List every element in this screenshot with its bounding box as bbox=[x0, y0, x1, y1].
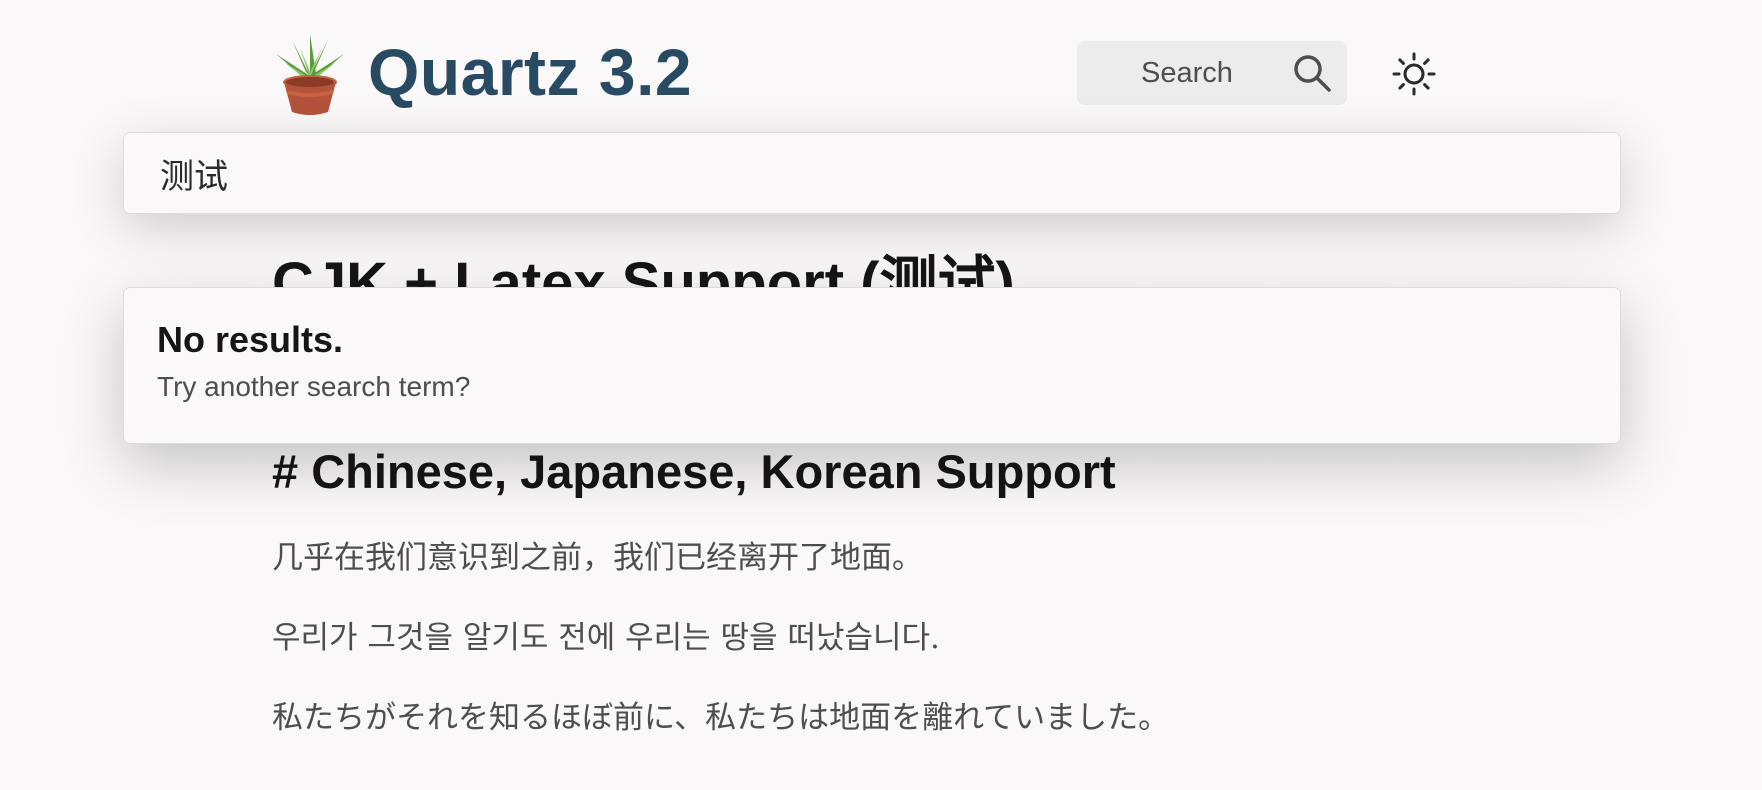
search-button-label: Search bbox=[1141, 57, 1233, 89]
paragraph-japanese: 私たちがそれを知るほぼ前に、私たちは地面を離れていました。 bbox=[272, 700, 1170, 736]
search-results-panel: No results. Try another search term? bbox=[123, 287, 1621, 444]
paragraph-chinese: 几乎在我们意识到之前，我们已经离开了地面。 bbox=[272, 540, 923, 576]
sun-icon[interactable] bbox=[1392, 52, 1436, 96]
search-icon bbox=[1294, 55, 1331, 92]
site-title[interactable]: Quartz 3.2 bbox=[368, 30, 692, 114]
search-button[interactable]: Search bbox=[1077, 41, 1347, 105]
heading-anchor[interactable]: # bbox=[272, 445, 298, 498]
site-logo-icon[interactable] bbox=[272, 32, 348, 116]
search-input[interactable] bbox=[123, 132, 1621, 214]
section-heading: # Chinese, Japanese, Korean Support bbox=[272, 442, 1116, 502]
no-results-title: No results. bbox=[157, 319, 344, 360]
section-heading-text: Chinese, Japanese, Korean Support bbox=[311, 445, 1116, 498]
paragraph-korean: 우리가 그것을 알기도 전에 우리는 땅을 떠났습니다. bbox=[272, 620, 940, 656]
no-results-hint: Try another search term? bbox=[157, 371, 471, 402]
